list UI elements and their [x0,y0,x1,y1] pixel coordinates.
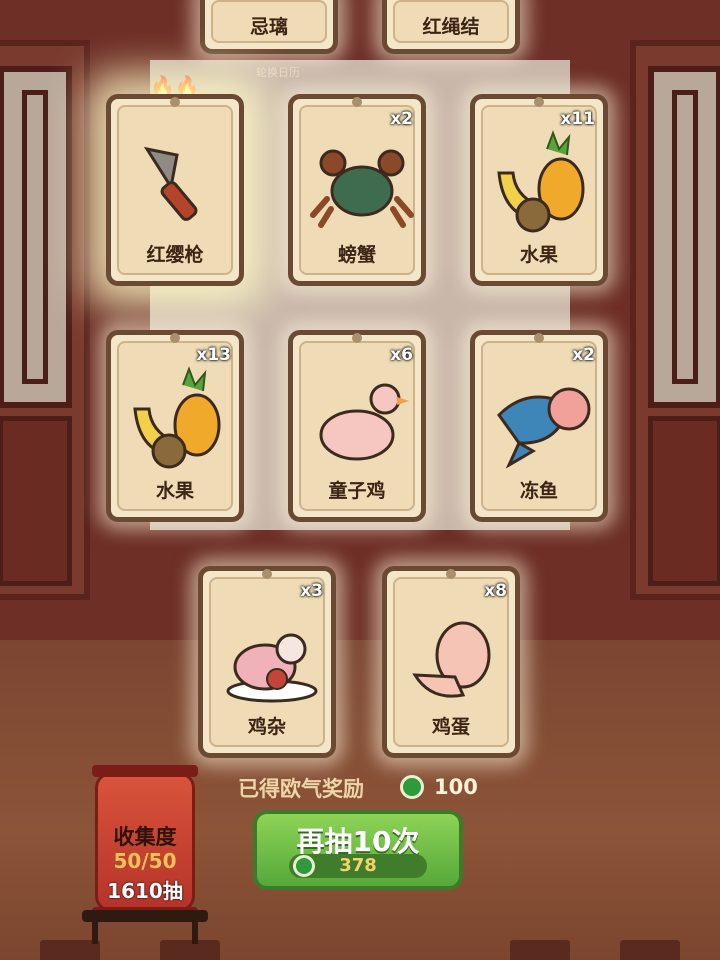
card-name: 螃蟹 [337,244,376,266]
reward-value: 100 [434,775,478,799]
lantern-stand [82,910,208,922]
card-count: x13 [196,345,231,365]
card-top-2[interactable]: 红绳结 [382,0,520,54]
reward-label: 已得欧气奖励 [238,777,364,801]
card-fruit-1[interactable]: x11 水果 [470,94,608,286]
card-name: 鸡杂 [247,716,286,738]
floor-trim [160,940,220,960]
coin-icon [400,775,424,799]
fish-icon [497,387,591,469]
collection-draws: 1610抽 [107,879,183,903]
card-chicken[interactable]: x6 童子鸡 [288,330,426,522]
draw-cost: 378 [339,855,377,876]
card-chicken-plate[interactable]: x3 鸡杂 [198,566,336,758]
fruit-icon [133,366,221,469]
chicken-icon [319,383,409,461]
fruit-icon [497,130,585,233]
window-right [630,40,720,600]
collection-title: 收集度 [113,825,177,849]
egg-icon [412,621,491,698]
collection-progress: 50/50 [113,849,177,873]
card-count: x11 [560,109,595,129]
card-top-1[interactable]: 忌璃 [200,0,338,54]
card-count: x6 [390,345,413,365]
calendar-caption: 轮换日历 [256,66,300,79]
collection-lantern[interactable]: 收集度 50/50 1610抽 [92,765,198,919]
crab-icon [310,149,414,228]
window-left [0,40,90,600]
floor-trim [40,940,100,960]
card-count: x2 [390,109,413,129]
card-name: 冻鱼 [519,480,558,502]
card-name: 水果 [519,244,558,266]
chicken-plate-icon [226,633,318,703]
card-count: x2 [572,345,595,365]
lantern-stand-leg [92,918,98,944]
lantern-stand-leg [192,918,198,944]
card-count: x8 [484,581,507,601]
spear-icon [143,146,198,221]
card-name: 童子鸡 [328,480,386,502]
card-name: 水果 [155,480,194,502]
card-name: 红缨枪 [146,244,204,266]
draw-again-button[interactable]: 再抽10次 378 [253,810,463,890]
card-egg[interactable]: x8 鸡蛋 [382,566,520,758]
floor-trim [510,940,570,960]
card-name: 忌璃 [249,16,288,38]
card-fruit-2[interactable]: x13 水果 [106,330,244,522]
draw-cost-bar: 378 [289,854,427,878]
card-name: 红绳结 [422,16,480,38]
card-count: x3 [300,581,323,601]
card-name: 鸡蛋 [431,716,470,738]
card-fish[interactable]: x2 冻鱼 [470,330,608,522]
floor-trim [620,940,680,960]
card-crab[interactable]: x2 螃蟹 [288,94,426,286]
card-spear[interactable]: 红缨枪 [106,94,244,286]
